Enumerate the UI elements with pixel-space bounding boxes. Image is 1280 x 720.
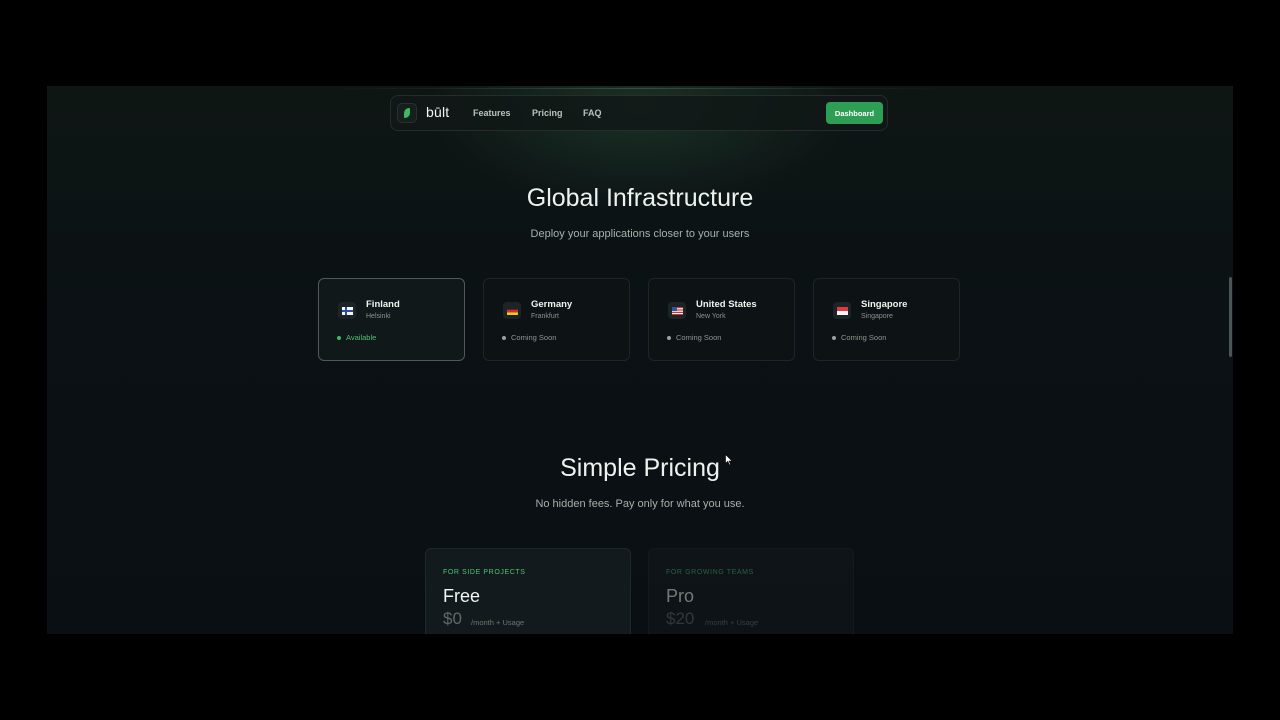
- plan-name: Pro: [666, 586, 695, 606]
- usa-flag-icon: [668, 302, 686, 319]
- nav-link-pricing[interactable]: Pricing: [532, 108, 563, 118]
- browser-viewport: būlt Features Pricing FAQ Dashboard Glob…: [47, 86, 1233, 634]
- pricing-subtitle: No hidden fees. Pay only for what you us…: [535, 498, 745, 510]
- infrastructure-subtitle: Deploy your applications closer to your …: [530, 228, 750, 240]
- singapore-flag-icon: [833, 302, 851, 319]
- status-dot-icon: [667, 336, 671, 340]
- plan-name: Free: [443, 586, 481, 606]
- nav-link-features[interactable]: Features: [473, 108, 511, 118]
- plan-unit: /month + Usage: [705, 618, 759, 627]
- region-city: New York: [696, 313, 726, 320]
- nav-link-faq[interactable]: FAQ: [583, 108, 602, 118]
- region-country: Germany: [531, 299, 573, 310]
- status-dot-icon: [337, 336, 341, 340]
- region-country: United States: [696, 299, 757, 310]
- plan-tag: FOR GROWING TEAMS: [666, 569, 754, 576]
- plan-price: $20: [666, 609, 695, 628]
- divider: [327, 88, 949, 89]
- region-card-singapore[interactable]: Singapore Singapore Coming Soon: [813, 278, 960, 361]
- region-city: Frankfurt: [531, 313, 560, 320]
- plan-price: $0: [443, 609, 462, 628]
- plan-unit: /month + Usage: [471, 618, 525, 627]
- status-dot-icon: [832, 336, 836, 340]
- region-city: Helsinki: [366, 313, 391, 320]
- region-country: Finland: [366, 299, 400, 310]
- top-navbar: būlt Features Pricing FAQ Dashboard: [390, 95, 888, 131]
- region-city: Singapore: [861, 313, 893, 320]
- plan-tag: FOR SIDE PROJECTS: [443, 569, 526, 576]
- status-badge: Coming Soon: [676, 333, 722, 342]
- region-card-germany[interactable]: Germany Frankfurt Coming Soon: [483, 278, 630, 361]
- pricing-card-free[interactable]: FOR SIDE PROJECTS Free $0 /month + Usage: [425, 548, 631, 634]
- status-badge: Coming Soon: [511, 333, 557, 342]
- dashboard-button[interactable]: Dashboard: [826, 102, 883, 124]
- region-country: Singapore: [861, 299, 908, 310]
- status-dot-icon: [502, 336, 506, 340]
- logo-icon[interactable]: [397, 103, 417, 123]
- brand-name[interactable]: būlt: [426, 104, 449, 120]
- status-badge: Coming Soon: [841, 333, 887, 342]
- pricing-card-pro[interactable]: FOR GROWING TEAMS Pro $20 /month + Usage: [648, 548, 854, 634]
- infrastructure-title: Global Infrastructure: [526, 184, 754, 212]
- status-badge: Available: [346, 333, 377, 342]
- finland-flag-icon: [338, 302, 356, 319]
- scrollbar-thumb[interactable]: [1229, 277, 1232, 357]
- mouse-cursor-icon: [725, 454, 733, 466]
- region-card-finland[interactable]: Finland Helsinki Available: [318, 278, 465, 361]
- region-card-united-states[interactable]: United States New York Coming Soon: [648, 278, 795, 361]
- germany-flag-icon: [503, 302, 521, 319]
- pricing-title: Simple Pricing: [560, 454, 720, 482]
